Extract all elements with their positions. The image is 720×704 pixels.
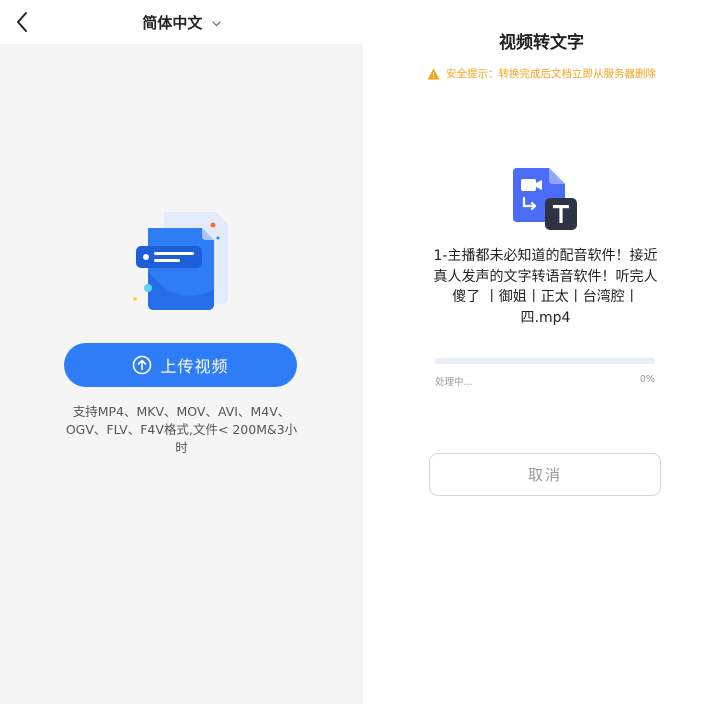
safety-notice-text: 安全提示：转换完成后文档立即从服务器删除 xyxy=(446,68,656,80)
top-bar: 简体中文 xyxy=(0,0,363,44)
upload-button-label: 上传视频 xyxy=(160,359,229,376)
progress-bar xyxy=(435,358,655,364)
conversion-panel: 视频转文字 安全提示：转换完成后文档立即从服务器删除 1-主播都未必知道的配音软… xyxy=(363,0,720,704)
cancel-button[interactable]: 取消 xyxy=(429,453,661,496)
language-selector[interactable]: 简体中文 xyxy=(0,12,363,33)
page-title: 视频转文字 xyxy=(499,33,584,53)
upload-area: 上传视频 支持MP4、MKV、MOV、AVI、M4V、OGV、FLV、F4V格式… xyxy=(0,44,363,704)
upload-panel: 简体中文 上传视频 支持MP4、MKV、MOV、AVI、M4V、OGV、FLV、… xyxy=(0,0,363,704)
document-illustration-icon xyxy=(128,210,238,314)
supported-formats-text: 支持MP4、MKV、MOV、AVI、M4V、OGV、FLV、F4V格式,文件< … xyxy=(65,404,298,455)
warning-triangle-icon xyxy=(427,68,440,80)
arrow-up-circle-icon xyxy=(133,355,152,375)
file-name: 1-主播都未必知道的配音软件！接近真人发声的文字转语音软件！听完人傻了 丨御姐丨… xyxy=(433,248,658,326)
safety-notice: 安全提示：转换完成后文档立即从服务器删除 xyxy=(363,66,720,81)
language-label: 简体中文 xyxy=(142,14,203,32)
progress-percent: 0% xyxy=(639,374,655,385)
chevron-down-icon xyxy=(212,13,221,31)
upload-video-button[interactable]: 上传视频 xyxy=(64,343,297,387)
video-to-text-file-icon xyxy=(511,168,579,232)
progress-status: 处理中... xyxy=(435,377,473,388)
